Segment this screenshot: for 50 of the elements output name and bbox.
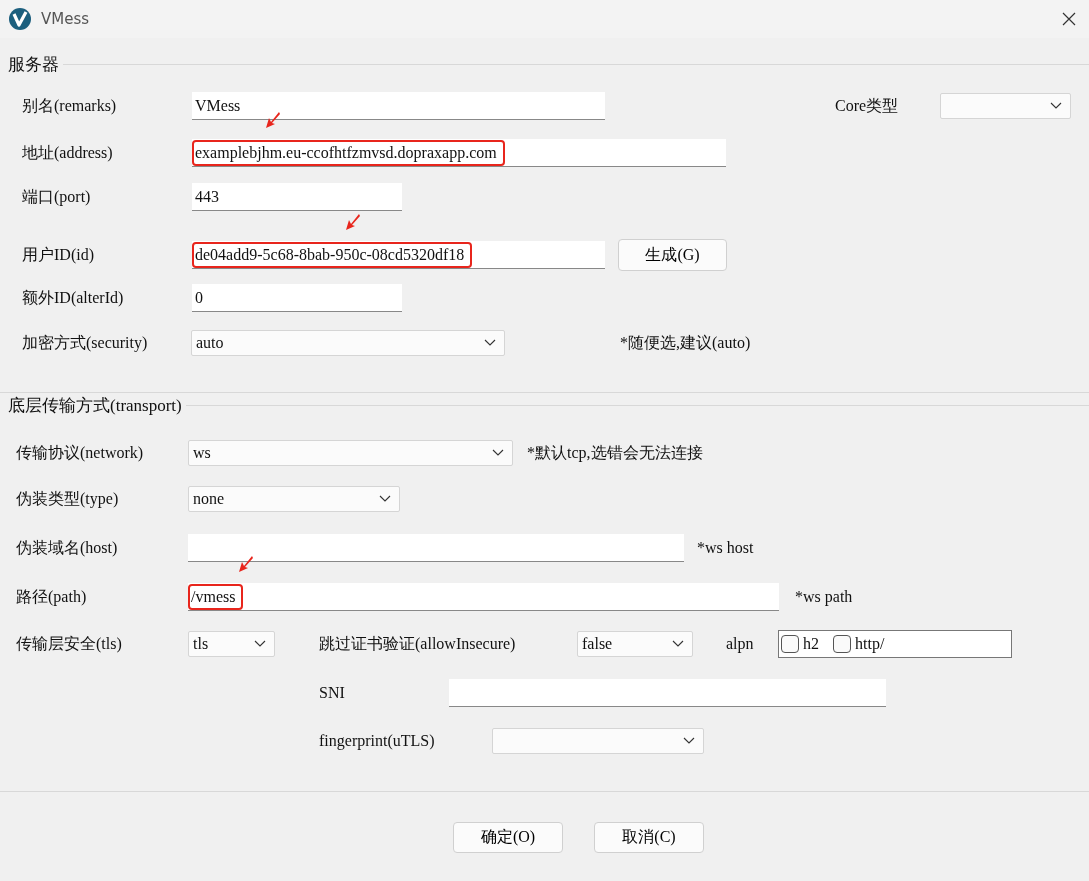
hint-text: *ws host [697, 539, 755, 557]
input-field[interactable]: 443 [192, 183, 402, 211]
field-label: 别名(remarks) [22, 95, 118, 117]
hint-text: *随便选,建议(auto) [620, 332, 752, 354]
dropdown[interactable]: ws [188, 440, 513, 466]
field-label: SNI [319, 684, 346, 702]
app-logo-icon [8, 7, 32, 31]
field-label: 地址(address) [22, 142, 114, 164]
group-title: 服务器 [8, 53, 59, 76]
alpn-checkbox[interactable]: h2 [781, 635, 819, 653]
field-label: fingerprint(uTLS) [319, 732, 436, 750]
dropdown[interactable]: tls [188, 631, 275, 657]
annotation-arrow [238, 555, 254, 573]
field-label: 伪装类型(type) [16, 488, 120, 510]
dropdown[interactable]: none [188, 486, 400, 512]
field-label: 加密方式(security) [22, 332, 149, 354]
input-field[interactable] [449, 679, 886, 707]
field-label: Core类型 [835, 95, 900, 116]
dropdown[interactable]: auto [191, 330, 505, 356]
field-label: 端口(port) [22, 186, 92, 208]
dialog-button[interactable]: 确定(O) [453, 822, 563, 853]
input-field[interactable]: 0 [192, 284, 402, 312]
hint-text: *ws path [795, 588, 854, 606]
chevron-icon [683, 737, 695, 745]
hint-text: *默认tcp,选错会无法连接 [527, 442, 704, 464]
group-title: 底层传输方式(transport) [8, 394, 182, 417]
chevron-icon [1050, 102, 1062, 110]
annotation-arrow [345, 213, 361, 231]
field-label: 跳过证书验证(allowInsecure) [319, 633, 517, 655]
dropdown[interactable]: false [577, 631, 693, 657]
generate-button[interactable]: 生成(G) [618, 239, 727, 271]
chevron-icon [672, 640, 684, 648]
field-label: 伪装域名(host) [16, 537, 119, 559]
close-icon[interactable] [1061, 11, 1077, 27]
field-label: 路径(path) [16, 586, 88, 608]
chevron-icon [492, 449, 504, 457]
field-label: 用户ID(id) [22, 244, 95, 266]
chevron-icon [379, 495, 391, 503]
alpn-checkbox[interactable]: http/ [833, 635, 885, 653]
field-label: alpn [726, 635, 755, 653]
chevron-icon [484, 339, 496, 347]
field-label: 传输层安全(tls) [16, 633, 123, 655]
annotation-arrow [265, 111, 281, 129]
field-label: 传输协议(network) [16, 442, 145, 464]
chevron-icon [254, 640, 266, 648]
input-field[interactable] [188, 534, 684, 562]
window-title: VMess [41, 10, 90, 28]
input-field[interactable]: VMess [192, 92, 605, 120]
dialog-button[interactable]: 取消(C) [594, 822, 704, 853]
field-label: 额外ID(alterId) [22, 287, 125, 309]
